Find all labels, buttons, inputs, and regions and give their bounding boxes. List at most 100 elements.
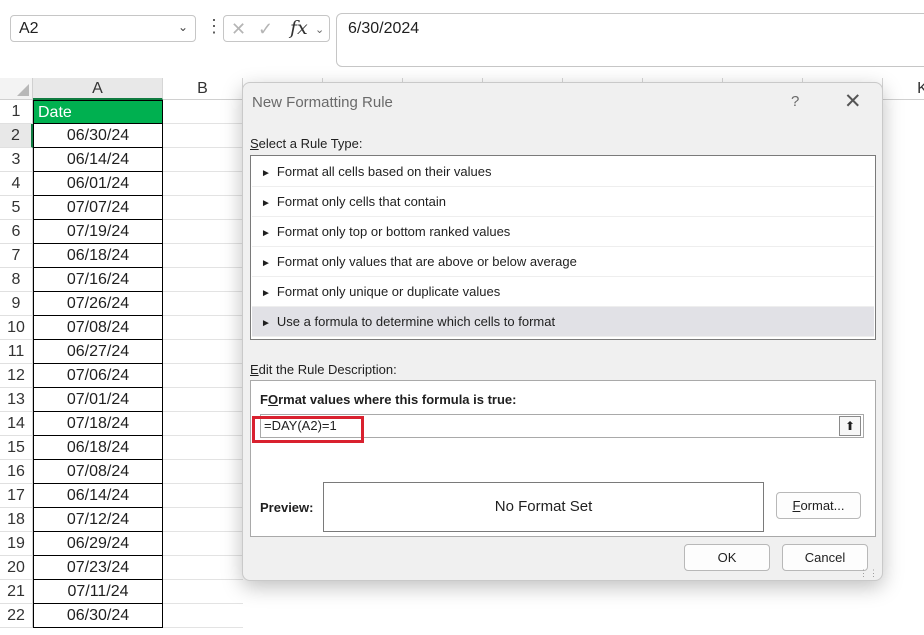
empty-cell[interactable]	[163, 580, 243, 604]
date-cell[interactable]: 06/18/24	[33, 244, 163, 268]
empty-cell[interactable]	[163, 556, 243, 580]
rule-type-list[interactable]: ► Format all cells based on their values ►…	[250, 155, 876, 340]
row-header[interactable]: 22	[0, 604, 33, 628]
column-header-b[interactable]: B	[163, 78, 243, 100]
select-rule-type-label: Select a Rule Type:	[250, 136, 363, 151]
chevron-down-icon[interactable]: ⌄	[178, 20, 188, 34]
insert-function-icon[interactable]: fx	[290, 17, 308, 39]
rule-type-item[interactable]: ► Format only values that are above or be…	[252, 247, 874, 277]
help-icon[interactable]: ?	[791, 93, 799, 110]
date-cell[interactable]: 06/27/24	[33, 340, 163, 364]
row-header[interactable]: 3	[0, 148, 33, 172]
date-header-cell[interactable]: Date	[33, 100, 163, 124]
row-header[interactable]: 9	[0, 292, 33, 316]
empty-cell[interactable]	[163, 220, 243, 244]
row-header[interactable]: 20	[0, 556, 33, 580]
empty-cell[interactable]	[163, 196, 243, 220]
empty-cell[interactable]	[163, 292, 243, 316]
row-header[interactable]: 14	[0, 412, 33, 436]
date-cell[interactable]: 06/14/24	[33, 148, 163, 172]
rule-type-item[interactable]: ► Format only top or bottom ranked values	[252, 217, 874, 247]
check-icon[interactable]: ✓	[258, 19, 273, 40]
empty-cell[interactable]	[163, 412, 243, 436]
date-cell[interactable]: 07/16/24	[33, 268, 163, 292]
date-cell[interactable]: 07/12/24	[33, 508, 163, 532]
empty-cell[interactable]	[163, 604, 243, 628]
date-cell[interactable]: 07/26/24	[33, 292, 163, 316]
cancel-icon[interactable]: ✕	[231, 19, 246, 40]
column-header-k[interactable]: K	[883, 78, 924, 100]
new-formatting-rule-dialog: New Formatting Rule ? ✕ Select a Rule Ty…	[242, 82, 883, 581]
collapse-dialog-icon[interactable]: ⬆	[839, 416, 861, 436]
empty-cell[interactable]	[163, 388, 243, 412]
date-cell[interactable]: 07/08/24	[33, 316, 163, 340]
date-cell[interactable]: 06/29/24	[33, 532, 163, 556]
table-row: 17 06/14/24	[0, 484, 243, 508]
empty-cell[interactable]	[163, 148, 243, 172]
row-header[interactable]: 1	[0, 100, 33, 124]
row-header[interactable]: 19	[0, 532, 33, 556]
cancel-button[interactable]: Cancel	[782, 544, 868, 571]
empty-cell[interactable]	[163, 460, 243, 484]
date-cell[interactable]: 07/18/24	[33, 412, 163, 436]
formula-input[interactable]: 6/30/2024	[336, 13, 924, 67]
empty-cell[interactable]	[163, 244, 243, 268]
rule-type-item[interactable]: ► Format only cells that contain	[252, 187, 874, 217]
date-cell[interactable]: 06/14/24	[33, 484, 163, 508]
date-cell[interactable]: 06/30/24	[33, 124, 163, 148]
rule-type-item[interactable]: ► Format all cells based on their values	[252, 157, 874, 187]
empty-cell[interactable]	[163, 532, 243, 556]
row-header[interactable]: 2	[0, 124, 33, 148]
table-row: 5 07/07/24	[0, 196, 243, 220]
empty-cell[interactable]	[163, 508, 243, 532]
row-header[interactable]: 4	[0, 172, 33, 196]
row-header[interactable]: 11	[0, 340, 33, 364]
empty-cell[interactable]	[163, 436, 243, 460]
row-header[interactable]: 6	[0, 220, 33, 244]
column-header-a[interactable]: A	[33, 78, 163, 100]
row-header[interactable]: 8	[0, 268, 33, 292]
rule-type-item[interactable]: ► Format only unique or duplicate values	[252, 277, 874, 307]
select-all-corner[interactable]	[0, 78, 33, 100]
row-header[interactable]: 21	[0, 580, 33, 604]
rule-type-label: Format only top or bottom ranked values	[276, 224, 511, 239]
close-icon[interactable]: ✕	[844, 89, 862, 114]
more-options-icon[interactable]: ⋮	[205, 16, 223, 37]
date-cell[interactable]: 07/07/24	[33, 196, 163, 220]
date-cell[interactable]: 06/30/24	[33, 604, 163, 628]
name-box[interactable]: A2 ⌄	[10, 15, 196, 42]
empty-cell[interactable]	[163, 100, 243, 124]
format-button[interactable]: Format...	[776, 492, 861, 519]
row-header[interactable]: 10	[0, 316, 33, 340]
row-header[interactable]: 12	[0, 364, 33, 388]
date-cell[interactable]: 07/08/24	[33, 460, 163, 484]
empty-cell[interactable]	[163, 268, 243, 292]
date-cell[interactable]: 06/01/24	[33, 172, 163, 196]
row-header[interactable]: 17	[0, 484, 33, 508]
table-row: 19 06/29/24	[0, 532, 243, 556]
row-header[interactable]: 16	[0, 460, 33, 484]
resize-grip-icon[interactable]: ⋮⋮	[859, 569, 879, 578]
date-cell[interactable]: 07/19/24	[33, 220, 163, 244]
row-header[interactable]: 7	[0, 244, 33, 268]
table-row: 12 07/06/24	[0, 364, 243, 388]
empty-cell[interactable]	[163, 340, 243, 364]
row-header[interactable]: 13	[0, 388, 33, 412]
date-cell[interactable]: 07/06/24	[33, 364, 163, 388]
date-cell[interactable]: 07/01/24	[33, 388, 163, 412]
row-header[interactable]: 18	[0, 508, 33, 532]
empty-cell[interactable]	[163, 172, 243, 196]
empty-cell[interactable]	[163, 316, 243, 340]
empty-cell[interactable]	[163, 484, 243, 508]
row-header[interactable]: 15	[0, 436, 33, 460]
date-cell[interactable]: 07/23/24	[33, 556, 163, 580]
date-cell[interactable]: 07/11/24	[33, 580, 163, 604]
date-cell[interactable]: 06/18/24	[33, 436, 163, 460]
rule-type-item[interactable]: ► Use a formula to determine which cells …	[252, 307, 874, 337]
ok-button[interactable]: OK	[684, 544, 770, 571]
chevron-down-icon[interactable]: ⌄	[315, 23, 324, 36]
row-header[interactable]: 5	[0, 196, 33, 220]
empty-cell[interactable]	[163, 124, 243, 148]
empty-cell[interactable]	[163, 364, 243, 388]
arrow-right-icon: ►	[261, 258, 271, 269]
